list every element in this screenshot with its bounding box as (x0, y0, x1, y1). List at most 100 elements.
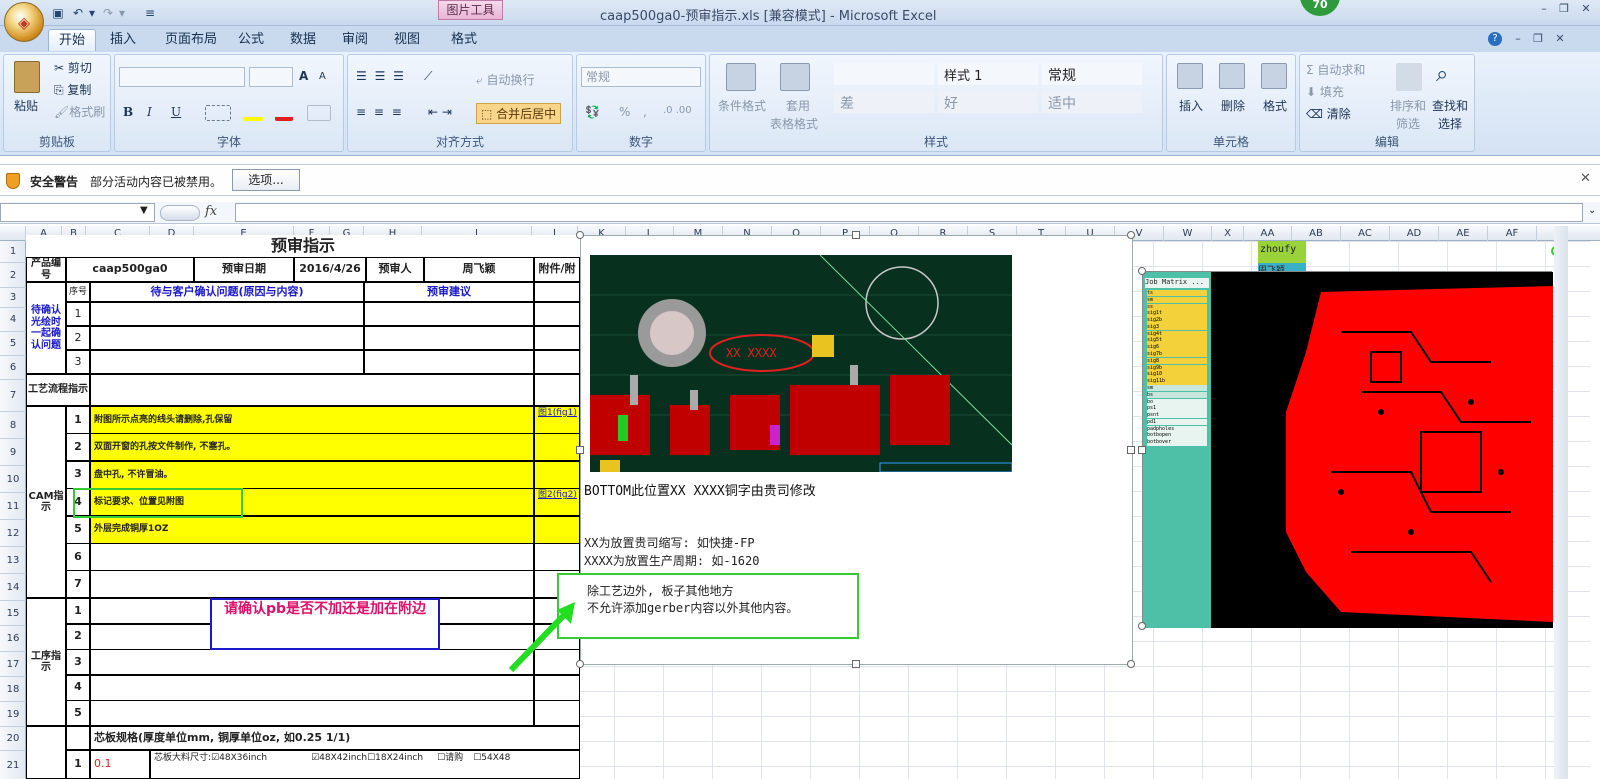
checkbox-icon[interactable]: ☑ (211, 753, 219, 763)
pending-attach[interactable] (534, 326, 580, 350)
column-header[interactable]: AA (1244, 226, 1292, 241)
italic-button[interactable]: I (147, 105, 152, 119)
conditional-format-button[interactable]: 条件格式 (718, 97, 766, 114)
name-cell[interactable]: zhoufy (1258, 241, 1306, 263)
tab-format[interactable]: 格式 (441, 29, 487, 51)
formula-handle[interactable] (160, 205, 200, 221)
row-header[interactable]: 15 (0, 601, 26, 626)
tab-page-layout[interactable]: 页面布局 (155, 29, 227, 51)
style-cell-style1[interactable]: 样式 1 (938, 63, 1038, 85)
row-header[interactable]: 16 (0, 626, 26, 652)
resize-handle[interactable] (1127, 231, 1135, 239)
pending-attach[interactable] (534, 350, 580, 374)
cam-attachment-link[interactable] (534, 460, 580, 489)
decimal-icons[interactable]: .0 .00 (663, 105, 692, 116)
insert-cells-button[interactable]: 插入 (1179, 97, 1203, 114)
autosum-button[interactable]: Σ 自动求和 (1306, 61, 1365, 78)
currency-icon[interactable]: 💱 (585, 105, 600, 119)
resize-handle[interactable] (1138, 622, 1146, 630)
resize-handle[interactable] (576, 446, 584, 454)
layer-item[interactable]: pd1 (1147, 418, 1207, 426)
redo-dropdown-icon[interactable]: ▾ (114, 5, 130, 21)
cam-instruction[interactable]: 附图所示点亮的线头请删除,孔保留 (90, 406, 534, 434)
core-row-value[interactable]: 0.1 (90, 750, 150, 779)
delete-cells-button[interactable]: 删除 (1221, 97, 1245, 114)
indent-icons[interactable]: ⇤ ⇥ (428, 105, 452, 119)
column-header[interactable]: W (1164, 226, 1212, 241)
clear-button[interactable]: ⌫ 清除 (1306, 105, 1351, 122)
row-header[interactable]: 19 (0, 702, 26, 727)
tab-formulas[interactable]: 公式 (228, 29, 274, 51)
fill-button[interactable]: ⬇ 填充 (1306, 83, 1344, 100)
sort-filter-button[interactable]: 排序和 (1390, 97, 1426, 114)
proc-instruction[interactable] (90, 700, 534, 727)
merge-center-button[interactable]: ⬚ 合并后居中 (476, 103, 562, 124)
layer-item[interactable]: sig3 (1147, 323, 1207, 331)
row-header[interactable]: 1 (0, 241, 26, 263)
name-box[interactable] (0, 203, 155, 222)
layer-item[interactable]: sig6 (1147, 344, 1207, 351)
percent-button[interactable]: % (619, 105, 630, 119)
row-header[interactable]: 20 (0, 727, 26, 751)
customize-qat-icon[interactable]: ≡ (142, 5, 158, 21)
number-format-select[interactable]: 常规 (581, 67, 701, 87)
cam-instruction[interactable]: 盘中孔, 不许冒油。 (90, 460, 534, 489)
layer-item[interactable]: sig1t (1147, 310, 1207, 317)
layer-item[interactable]: sig7b (1147, 351, 1207, 358)
row-header[interactable]: 3 (0, 288, 26, 308)
horizontal-align-buttons[interactable]: ≡ ≡ ≡ (356, 105, 404, 119)
row-header[interactable]: 18 (0, 677, 26, 702)
style-cell-normal[interactable]: 常规 (1042, 63, 1142, 85)
workbook-close-icon[interactable]: ✕ (1552, 32, 1568, 46)
shrink-font-button[interactable]: A (319, 71, 326, 82)
options-button[interactable]: 选项... (232, 169, 300, 191)
layer-item[interactable]: padpholes (1147, 425, 1207, 433)
row-header[interactable]: 8 (0, 412, 26, 439)
cam-instruction[interactable]: 双面开窗的孔按文件制作, 不塞孔。 (90, 433, 534, 462)
column-header[interactable]: AC (1341, 226, 1390, 241)
format-cells-button[interactable]: 格式 (1263, 97, 1287, 114)
tab-insert[interactable]: 插入 (100, 29, 146, 51)
row-header[interactable]: 2 (0, 263, 26, 288)
vertical-scrollbar[interactable] (1554, 226, 1568, 779)
column-header[interactable]: X (1212, 226, 1244, 241)
resize-handle[interactable] (1127, 660, 1135, 668)
row-header[interactable]: 6 (0, 356, 26, 380)
close-icon[interactable]: ✕ (1578, 2, 1594, 16)
formula-input[interactable] (235, 203, 1583, 222)
pending-suggestion[interactable] (364, 302, 534, 326)
checkbox-icon[interactable]: ☑ (311, 753, 319, 763)
pending-issue[interactable] (90, 350, 364, 374)
column-header[interactable]: AE (1439, 226, 1488, 241)
pending-suggestion[interactable] (364, 326, 534, 350)
layer-item[interactable]: sig4t (1147, 330, 1207, 338)
save-icon[interactable]: ▣ (50, 5, 66, 21)
restore-icon[interactable]: ❐ (1556, 2, 1572, 16)
review-date-value[interactable]: 2016/4/26 (294, 257, 366, 282)
reviewer-value[interactable]: 周飞颖 (424, 257, 534, 282)
process-cell[interactable] (90, 374, 534, 406)
row-header[interactable]: 9 (0, 439, 26, 466)
checkbox-icon[interactable]: ☐ (437, 753, 445, 763)
style-cell-good[interactable]: 好 (938, 91, 1038, 113)
proc-instruction[interactable] (90, 649, 534, 676)
row-header[interactable]: 14 (0, 574, 26, 601)
help-icon[interactable]: ? (1488, 32, 1502, 46)
wrap-text-button[interactable]: ⤶ 自动换行 (476, 71, 535, 88)
underline-button[interactable]: U (171, 105, 181, 119)
close-bar-icon[interactable]: ✕ (1580, 171, 1591, 186)
namebox-dropdown-icon[interactable]: ▼ (140, 205, 148, 216)
copy-button[interactable]: ⎘ 复制 (54, 81, 91, 98)
workbook-restore-icon[interactable]: ❐ (1530, 32, 1546, 46)
expand-formula-icon[interactable]: ⌄ (1588, 205, 1596, 216)
row-header[interactable]: 11 (0, 493, 26, 520)
layer-item[interactable]: sm (1147, 296, 1207, 304)
attach-cell[interactable] (534, 282, 580, 302)
minimize-icon[interactable]: – (1536, 2, 1552, 16)
pending-issue[interactable] (90, 326, 364, 350)
row-header[interactable]: 21 (0, 751, 26, 779)
cam-attachment-link[interactable] (534, 515, 580, 544)
font-color-icon[interactable] (275, 105, 293, 121)
column-header[interactable]: AB (1292, 226, 1341, 241)
find-select-button[interactable]: 查找和 (1432, 97, 1468, 114)
